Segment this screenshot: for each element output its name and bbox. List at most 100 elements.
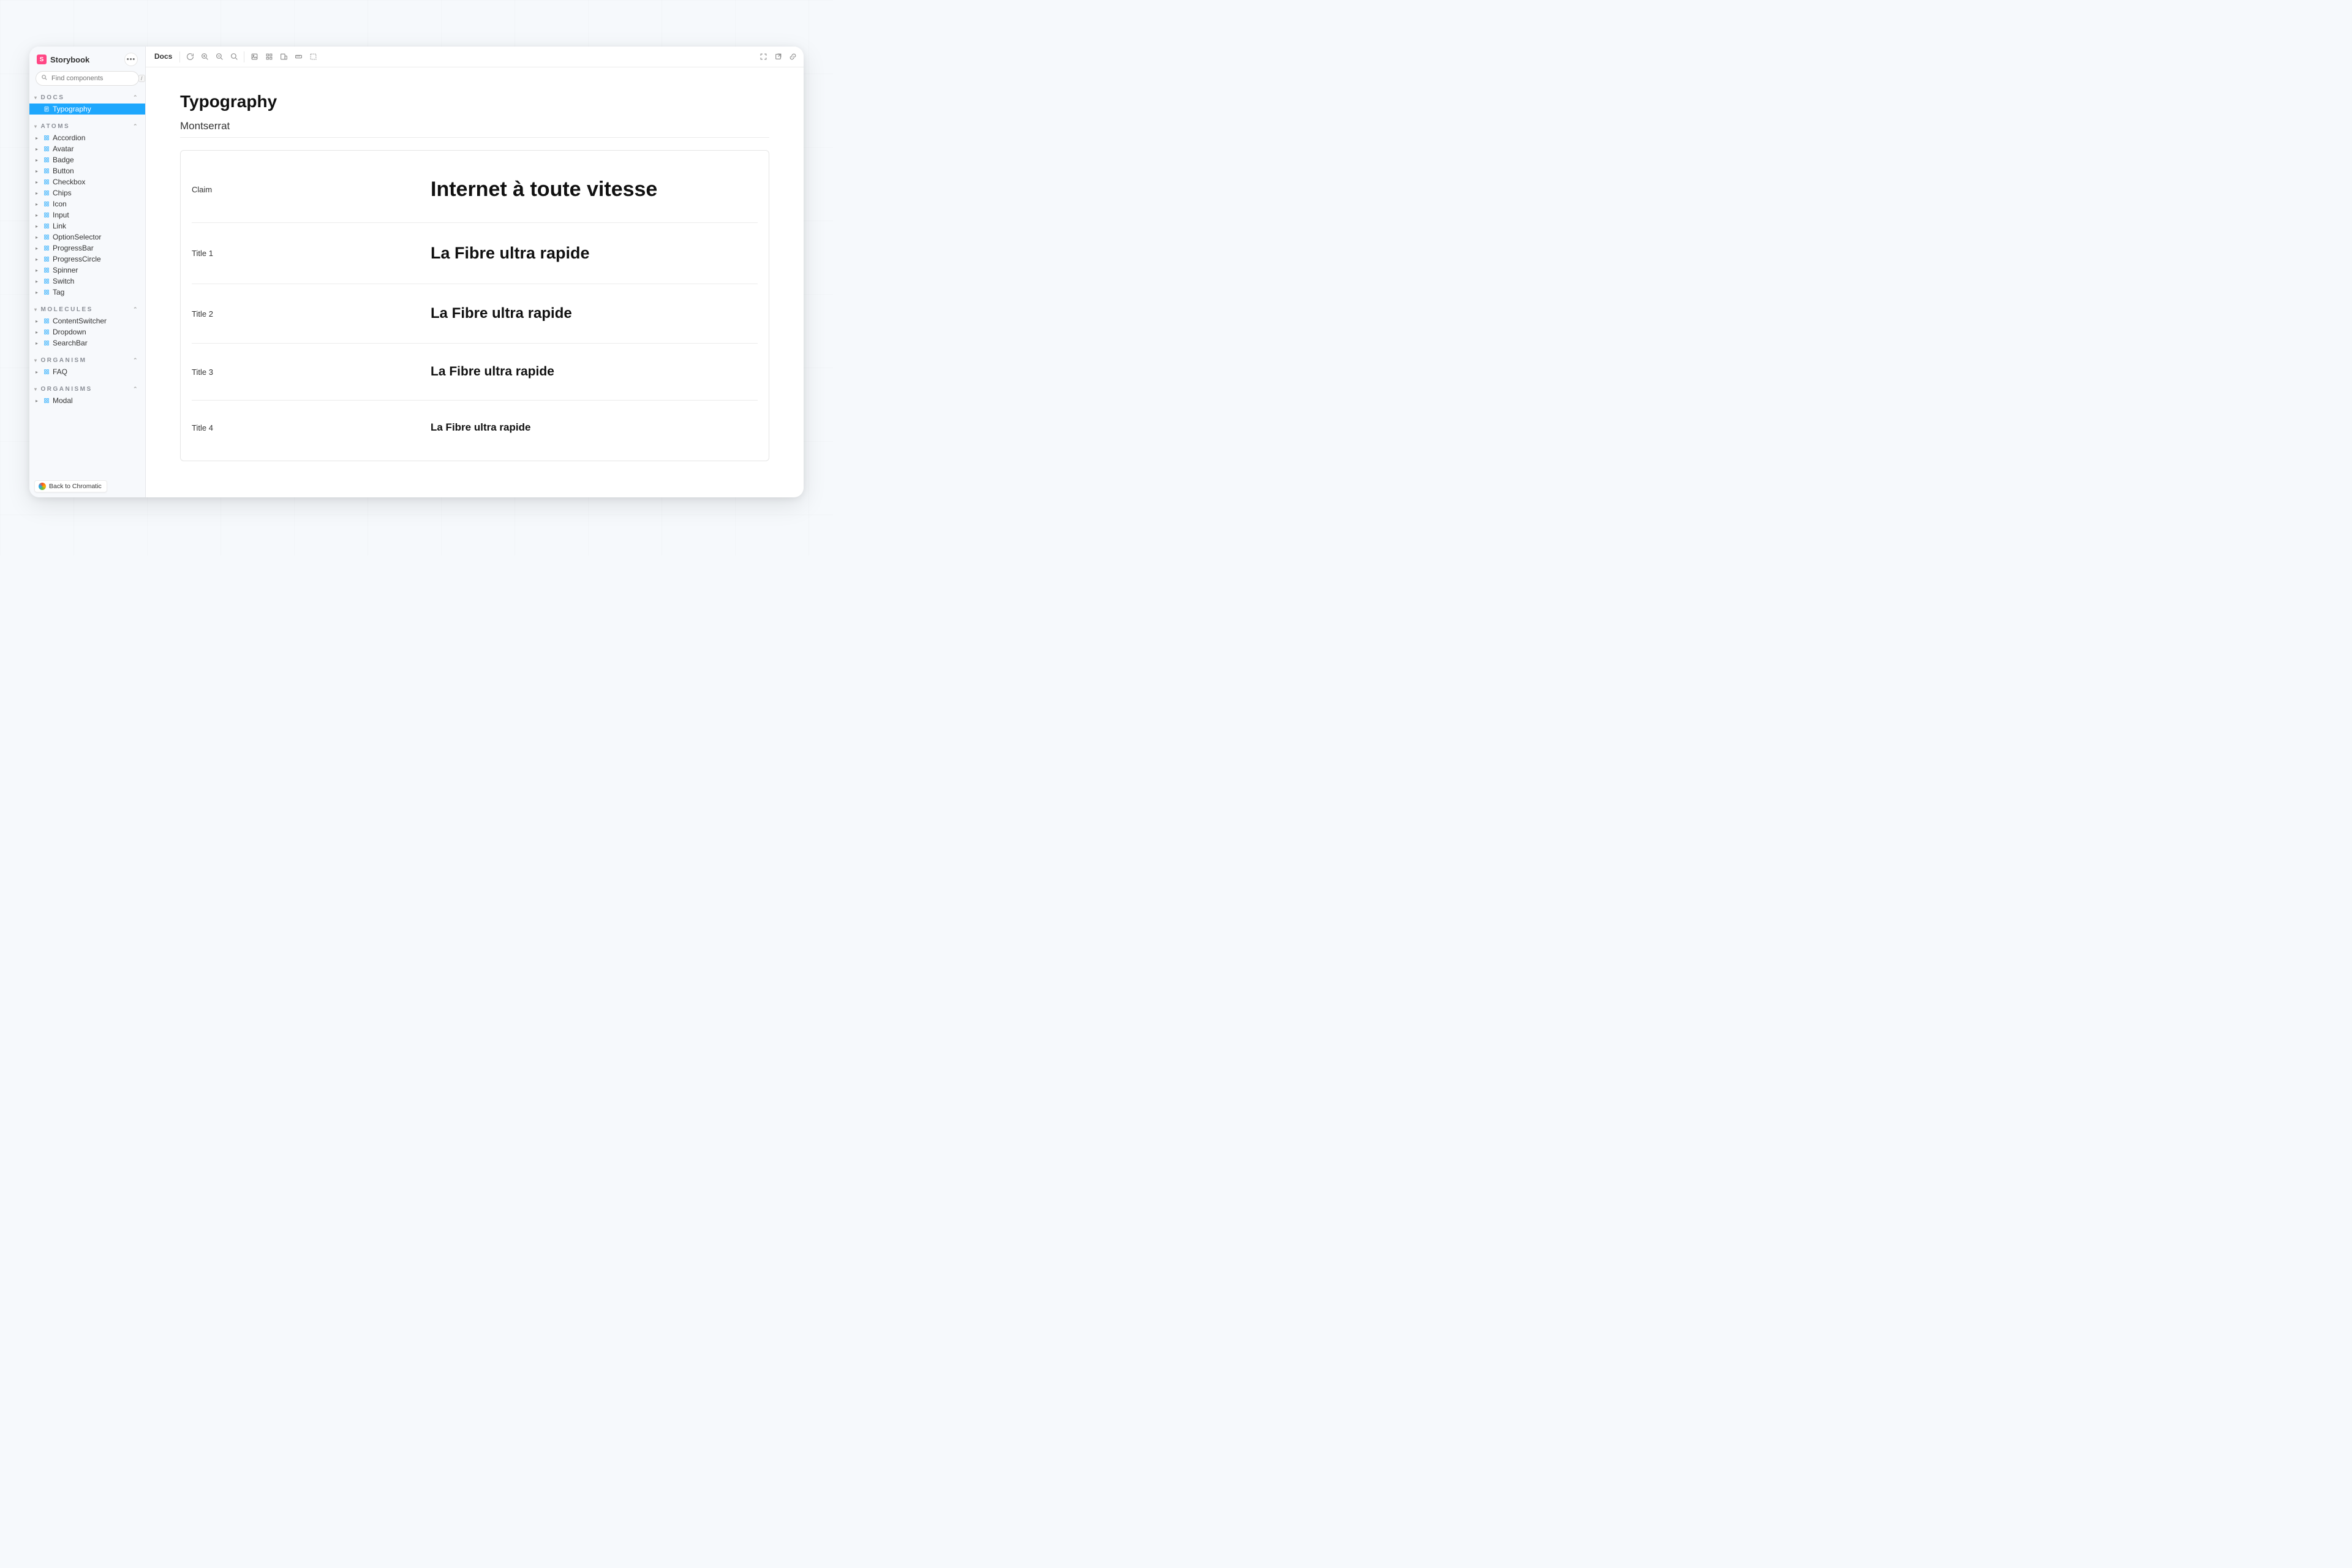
sidebar-item[interactable]: Typography bbox=[29, 104, 145, 115]
sidebar-item[interactable]: ▸Link bbox=[29, 221, 145, 232]
component-icon bbox=[43, 397, 50, 404]
sidebar-item-label: SearchBar bbox=[53, 339, 88, 347]
expand-collapse-icon: ⌃ bbox=[133, 94, 139, 101]
sidebar-item-label: Chips bbox=[53, 189, 72, 197]
sidebar-item-label: FAQ bbox=[53, 368, 67, 376]
open-new-tab-icon[interactable] bbox=[773, 52, 783, 62]
component-icon bbox=[43, 189, 50, 197]
sidebar-item[interactable]: ▸Dropdown bbox=[29, 326, 145, 337]
outline-icon[interactable] bbox=[308, 52, 318, 62]
component-icon bbox=[43, 167, 50, 175]
item-caret-icon: ▸ bbox=[36, 157, 40, 163]
group-caret-icon: ▾ bbox=[34, 386, 39, 392]
tab-docs[interactable]: Docs bbox=[152, 47, 175, 67]
group-gap bbox=[29, 377, 145, 383]
component-icon bbox=[43, 222, 50, 230]
chromatic-logo-icon bbox=[39, 483, 46, 490]
sidebar-item-label: Tag bbox=[53, 288, 64, 296]
item-caret-icon: ▸ bbox=[36, 213, 40, 218]
sidebar-item[interactable]: ▸OptionSelector bbox=[29, 232, 145, 243]
toolbar-right bbox=[758, 52, 797, 62]
item-caret-icon: ▸ bbox=[36, 168, 40, 174]
item-caret-icon: ▸ bbox=[36, 318, 40, 324]
sidebar-item[interactable]: ▸Input bbox=[29, 209, 145, 221]
sidebar-group-label: DOCS bbox=[41, 94, 133, 101]
component-icon bbox=[43, 317, 50, 325]
viewport-icon[interactable] bbox=[279, 52, 288, 62]
page-subtitle: Montserrat bbox=[180, 120, 769, 138]
component-icon bbox=[43, 134, 50, 141]
sidebar-item[interactable]: ▸Avatar bbox=[29, 143, 145, 154]
sidebar-item[interactable]: ▸Badge bbox=[29, 154, 145, 165]
sidebar-group[interactable]: ▾MOLECULES⌃ bbox=[29, 304, 145, 315]
measure-icon[interactable] bbox=[293, 52, 303, 62]
sidebar-item[interactable]: ▸Tag bbox=[29, 287, 145, 298]
component-icon bbox=[43, 266, 50, 274]
sidebar-group[interactable]: ▾ATOMS⌃ bbox=[29, 121, 145, 132]
expand-collapse-icon: ⌃ bbox=[133, 386, 139, 393]
grid-icon[interactable] bbox=[264, 52, 274, 62]
back-to-chromatic-button[interactable]: Back to Chromatic bbox=[34, 480, 107, 492]
zoom-out-icon[interactable] bbox=[214, 52, 224, 62]
sidebar-group-label: ATOMS bbox=[41, 123, 133, 130]
item-caret-icon: ▸ bbox=[36, 190, 40, 196]
brand[interactable]: S Storybook bbox=[37, 55, 89, 64]
sidebar-item[interactable]: ▸Accordion bbox=[29, 132, 145, 143]
backgrounds-icon[interactable] bbox=[249, 52, 259, 62]
sidebar-item[interactable]: ▸ Chips bbox=[29, 187, 145, 198]
sidebar-group[interactable]: ▾DOCS⌃ bbox=[29, 92, 145, 104]
component-icon bbox=[43, 277, 50, 285]
sidebar-item[interactable]: ▸ContentSwitcher bbox=[29, 315, 145, 326]
item-caret-icon: ▸ bbox=[36, 179, 40, 185]
sidebar-item[interactable]: ▸Switch bbox=[29, 276, 145, 287]
search-box[interactable]: / bbox=[36, 71, 139, 86]
item-caret-icon: ▸ bbox=[36, 246, 40, 251]
sidebar-item-label: Icon bbox=[53, 200, 67, 208]
docs-content: Typography Montserrat ClaimInternet à to… bbox=[146, 67, 804, 497]
sidebar-item[interactable]: ▸Spinner bbox=[29, 265, 145, 276]
sidebar-item[interactable]: ▸ Checkbox bbox=[29, 176, 145, 187]
sidebar-tree: ▾DOCS⌃Typography▾ATOMS⌃▸Accordion▸Avatar… bbox=[29, 86, 145, 497]
toolbar: Docs bbox=[146, 47, 804, 67]
toolbar-divider bbox=[179, 51, 180, 62]
group-caret-icon: ▾ bbox=[34, 307, 39, 312]
toolbar-left: Docs bbox=[152, 47, 752, 67]
typography-row: ClaimInternet à toute vitesse bbox=[192, 157, 758, 223]
item-caret-icon: ▸ bbox=[36, 398, 40, 404]
group-caret-icon: ▾ bbox=[34, 95, 39, 100]
zoom-in-icon[interactable] bbox=[200, 52, 209, 62]
search-input[interactable] bbox=[51, 75, 138, 82]
search-shortcut-badge: / bbox=[138, 75, 145, 82]
component-icon bbox=[43, 368, 50, 375]
sidebar-item[interactable]: ▸ProgressBar bbox=[29, 243, 145, 254]
fullscreen-icon[interactable] bbox=[758, 52, 768, 62]
component-icon bbox=[43, 233, 50, 241]
typography-row: Title 1La Fibre ultra rapide bbox=[192, 223, 758, 284]
sidebar-item[interactable]: ▸Icon bbox=[29, 198, 145, 209]
main-panel: Docs Typography Montserrat bbox=[146, 47, 804, 497]
component-icon bbox=[43, 145, 50, 153]
component-icon bbox=[43, 200, 50, 208]
sidebar: S Storybook ••• / ▾DOCS⌃Typography▾ATOMS… bbox=[29, 47, 146, 497]
sidebar-group[interactable]: ▾ORGANISMS⌃ bbox=[29, 383, 145, 395]
sidebar-header: S Storybook ••• bbox=[29, 47, 145, 71]
item-caret-icon: ▸ bbox=[36, 268, 40, 273]
copy-link-icon[interactable] bbox=[788, 52, 797, 62]
sidebar-item[interactable]: ▸ProgressCircle bbox=[29, 254, 145, 265]
sidebar-item[interactable]: ▸Button bbox=[29, 165, 145, 176]
expand-collapse-icon: ⌃ bbox=[133, 357, 139, 364]
sidebar-item[interactable]: ▸SearchBar bbox=[29, 337, 145, 349]
group-gap bbox=[29, 349, 145, 355]
sidebar-item-label: Modal bbox=[53, 396, 73, 405]
sidebar-item-label: Checkbox bbox=[53, 178, 85, 186]
typography-card: ClaimInternet à toute vitesseTitle 1La F… bbox=[180, 150, 769, 461]
search-wrap: / bbox=[29, 71, 145, 86]
remount-icon[interactable] bbox=[185, 52, 195, 62]
typography-row: Title 4La Fibre ultra rapide bbox=[192, 401, 758, 454]
sidebar-group[interactable]: ▾ORGANISM⌃ bbox=[29, 355, 145, 366]
reset-zoom-icon[interactable] bbox=[229, 52, 239, 62]
sidebar-item[interactable]: ▸FAQ bbox=[29, 366, 145, 377]
sidebar-item[interactable]: ▸ Modal bbox=[29, 395, 145, 406]
ellipsis-icon: ••• bbox=[127, 56, 136, 63]
shortcuts-menu-button[interactable]: ••• bbox=[124, 53, 138, 66]
